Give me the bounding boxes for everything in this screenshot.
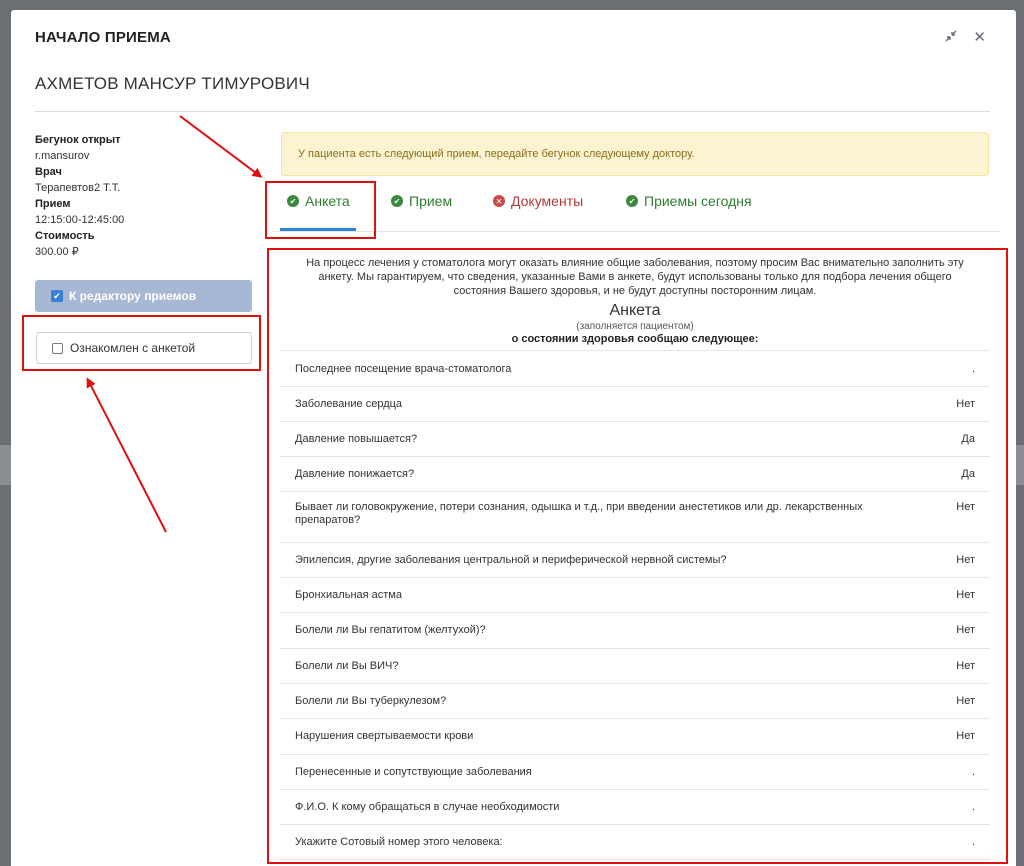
survey-answer: . — [971, 801, 975, 813]
survey-row: Бронхиальная астма Нет — [280, 578, 990, 613]
tab-appointment[interactable]: ✔ Прием — [391, 193, 452, 209]
survey-answer: Нет — [956, 589, 975, 601]
survey-row: Заболевание сердца Нет — [280, 387, 990, 422]
tabs-divider — [273, 231, 1000, 232]
patient-name: АХМЕТОВ МАНСУР ТИМУРОВИЧ — [35, 74, 310, 93]
survey-question: Укажите Сотовый номер этого человека: — [295, 836, 503, 848]
cost-label: Стоимость — [35, 230, 95, 242]
next-appointment-alert: У пациента есть следующий прием, передай… — [281, 132, 989, 176]
survey-row: Перенесенные и сопутствующие заболевания… — [280, 755, 990, 790]
survey-answer: Да — [961, 433, 975, 445]
survey-row: Укажите Сотовый номер этого человека:. — [280, 825, 990, 860]
tab-survey[interactable]: ✔ Анкета — [287, 193, 350, 209]
survey-question: Болели ли Вы ВИЧ? — [295, 660, 399, 672]
check-circle-icon: ✔ — [391, 195, 403, 207]
survey-question: Последнее посещение врача-стоматолога — [295, 363, 512, 375]
appointment-label: Прием — [35, 198, 71, 210]
survey-answer: Нет — [956, 624, 975, 636]
modal-title: НАЧАЛО ПРИЕМА — [35, 29, 171, 46]
background-strip — [0, 445, 11, 485]
header-divider — [35, 111, 990, 112]
survey-answer: . — [971, 363, 975, 375]
survey-answer: Нет — [956, 501, 975, 513]
tab-documents-label: Документы — [511, 193, 584, 209]
survey-question: Бывает ли головокружение, потери сознани… — [295, 501, 863, 526]
survey-subtitle: (заполняется пациентом) — [576, 321, 694, 332]
survey-answer: Нет — [956, 554, 975, 566]
tab-documents[interactable]: ✕ Документы — [493, 193, 583, 209]
editor-button-label: К редактору приемов — [69, 289, 197, 303]
runner-value: r.mansurov — [35, 150, 90, 162]
survey-question: Давление повышается? — [295, 433, 418, 445]
appointment-info: Бегунок открыт r.mansurov Врач Терапевто… — [35, 132, 245, 260]
survey-question: Эпилепсия, другие заболевания центрально… — [295, 554, 727, 566]
checkbox-icon[interactable] — [52, 342, 63, 354]
appointment-value: 12:15:00-12:45:00 — [35, 214, 125, 226]
doctor-value: Терапевтов2 Т.Т. — [35, 182, 121, 194]
survey-answer: . — [971, 836, 975, 848]
alert-text: У пациента есть следующий прием, передай… — [298, 148, 695, 160]
runner-label: Бегунок открыт — [35, 134, 121, 146]
checkbox-checked-icon: ✔ — [51, 290, 63, 302]
survey-row: Бывает ли головокружение, потери сознани… — [280, 492, 990, 543]
survey-answer: Да — [961, 468, 975, 480]
survey-answer: Нет — [956, 730, 975, 742]
survey-answer: . — [971, 766, 975, 778]
survey-row: Давление понижается? Да — [280, 457, 990, 492]
check-circle-icon: ✔ — [626, 195, 638, 207]
survey-intro: На процесс лечения у стоматолога могут о… — [306, 257, 964, 297]
close-icon[interactable]: ✕ — [973, 30, 986, 45]
survey-question: Бронхиальная астма — [295, 589, 402, 601]
background-strip — [1016, 445, 1024, 485]
survey-question: Перенесенные и сопутствующие заболевания — [295, 766, 532, 778]
survey-row: Последнее посещение врача-стоматолога. — [280, 351, 990, 387]
survey-row: Давление повышается? Да — [280, 422, 990, 457]
survey-question: Болели ли Вы гепатитом (желтухой)? — [295, 624, 486, 636]
tab-today-label: Приемы сегодня — [644, 193, 752, 209]
survey-question: Болели ли Вы туберкулезом? — [295, 695, 447, 707]
acknowledged-survey-button[interactable]: Ознакомлен с анкетой — [36, 332, 252, 364]
survey-panel: На процесс лечения у стоматолога могут о… — [280, 256, 990, 860]
cost-value: 300.00 ₽ — [35, 246, 79, 258]
ack-button-label: Ознакомлен с анкетой — [70, 341, 196, 355]
survey-row: Болели ли Вы туберкулезом? Нет — [280, 684, 990, 719]
survey-row: Эпилепсия, другие заболевания центрально… — [280, 543, 990, 578]
survey-answer: Нет — [956, 398, 975, 410]
modal-controls: ✕ — [945, 30, 986, 45]
tab-appointment-label: Прием — [409, 193, 453, 209]
survey-row: Нарушения свертываемости крови Нет — [280, 719, 990, 755]
compress-icon[interactable] — [945, 30, 957, 45]
survey-question: Давление понижается? — [295, 468, 415, 480]
error-circle-icon: ✕ — [493, 195, 505, 207]
survey-row: Болели ли Вы гепатитом (желтухой)? Нет — [280, 613, 990, 649]
survey-answer: Нет — [956, 660, 975, 672]
survey-row: Болели ли Вы ВИЧ? Нет — [280, 649, 990, 684]
survey-question: Ф.И.О. К кому обращаться в случае необхо… — [295, 801, 560, 813]
doctor-label: Врач — [35, 166, 62, 178]
to-appointment-editor-button[interactable]: ✔ К редактору приемов — [35, 280, 252, 312]
tab-today-appointments[interactable]: ✔ Приемы сегодня — [626, 193, 752, 209]
survey-answer: Нет — [956, 695, 975, 707]
check-circle-icon: ✔ — [287, 195, 299, 207]
survey-question: Нарушения свертываемости крови — [295, 730, 474, 742]
survey-row: Ф.И.О. К кому обращаться в случае необхо… — [280, 790, 990, 825]
survey-heading: о состоянии здоровья сообщаю следующее: — [511, 333, 759, 345]
survey-question: Заболевание сердца — [295, 398, 403, 410]
survey-title: Анкета — [609, 302, 661, 319]
survey-rows: Последнее посещение врача-стоматолога. З… — [280, 350, 990, 860]
start-appointment-modal: НАЧАЛО ПРИЕМА ✕ АХМЕТОВ МАНСУР ТИМУРОВИЧ… — [11, 10, 1016, 866]
tab-survey-label: Анкета — [305, 193, 350, 209]
